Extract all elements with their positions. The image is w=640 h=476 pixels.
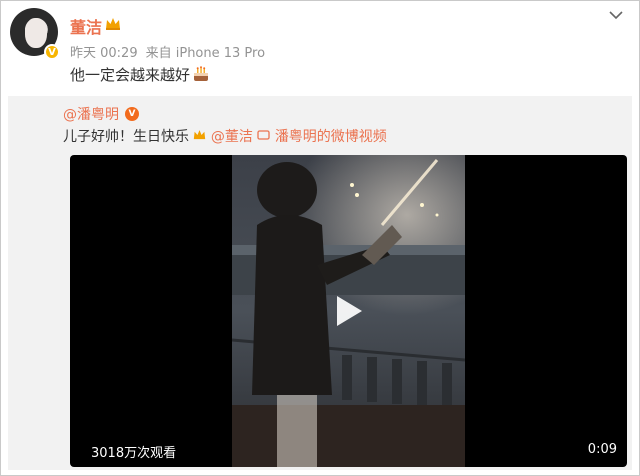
video-duration: 0:09 [587,442,617,457]
video-link-icon [257,129,271,145]
avatar-face [25,18,47,48]
repost-text: 儿子好帅！生日快乐 @董洁 潘粤明的微博视频 [63,126,387,146]
cake-emoji-icon [192,66,210,82]
repost-author[interactable]: @潘粤明 [63,104,119,124]
view-count: 3018万次观看 [91,446,177,461]
weibo-post: V 董洁 昨天 00:29 来自 iPhone 13 Pro 他一定会越来越好 @… [0,0,640,476]
verified-badge: V [44,44,60,60]
crown-small-icon [193,129,206,145]
video-player[interactable]: 3018万次观看 0:09 [70,155,627,467]
post-text: 他一定会越来越好 [70,64,210,85]
mention-link[interactable]: @董洁 [211,129,253,145]
video-link[interactable]: 潘粤明的微博视频 [275,129,387,145]
chevron-down-icon[interactable] [609,8,623,24]
author-name[interactable]: 董洁 [70,14,102,38]
crown-icon [105,17,121,31]
repost-verified-badge: V [125,107,139,121]
post-meta: 昨天 00:29 来自 iPhone 13 Pro [70,42,273,61]
post-text-body: 他一定会越来越好 [70,66,191,84]
play-icon[interactable] [334,294,364,328]
post-source: 来自 iPhone 13 Pro [145,46,266,61]
repost-text-body: 儿子好帅！生日快乐 [63,129,189,145]
post-time[interactable]: 昨天 00:29 [70,46,138,61]
